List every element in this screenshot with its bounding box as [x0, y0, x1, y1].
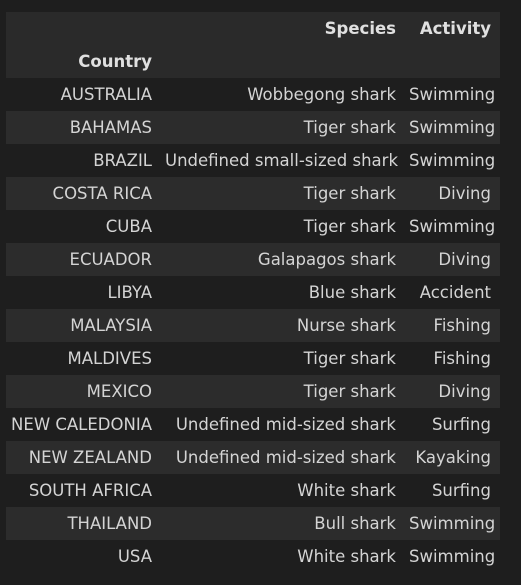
index-name-blank: [161, 45, 405, 78]
row-country-cell: MEXICO: [86, 382, 152, 401]
table-row: CUBA Tiger shark Swimming: [6, 210, 500, 243]
row-activity-cell: Surfing: [431, 481, 491, 500]
table-row: THAILAND Bull shark Swimming: [6, 507, 500, 540]
row-country-cell: LIBYA: [107, 283, 152, 302]
row-country-cell: MALAYSIA: [70, 316, 152, 335]
row-activity-cell: Swimming: [409, 85, 496, 104]
row-country-cell: AUSTRALIA: [60, 85, 152, 104]
table-row: SOUTH AFRICA White shark Surfing: [6, 474, 500, 507]
row-activity-cell: Swimming: [409, 514, 496, 533]
row-activity-cell: Diving: [438, 250, 491, 269]
row-country-cell: ECUADOR: [69, 250, 152, 269]
column-header-blank: [6, 12, 161, 45]
table-row: MALAYSIA Nurse shark Fishing: [6, 309, 500, 342]
row-species-cell: Blue shark: [308, 283, 396, 302]
row-species-cell: Tiger shark: [303, 118, 396, 137]
row-activity-cell: Surfing: [431, 415, 491, 434]
row-country-cell: USA: [117, 547, 152, 566]
row-country-cell: NEW CALEDONIA: [11, 415, 152, 434]
row-activity-cell: Swimming: [409, 217, 496, 236]
table-row: AUSTRALIA Wobbegong shark Swimming: [6, 78, 500, 111]
table-row: MEXICO Tiger shark Diving: [6, 375, 500, 408]
table-row: NEW ZEALAND Undefined mid-sized shark Kaya…: [6, 441, 500, 474]
index-name-row: Country: [6, 45, 500, 78]
row-country-cell: CUBA: [105, 217, 152, 236]
table-row: COSTA RICA Tiger shark Diving: [6, 177, 500, 210]
row-activity-cell: Fishing: [433, 316, 491, 335]
index-name-country: Country: [78, 52, 152, 71]
row-activity-cell: Kayaking: [415, 448, 491, 467]
row-activity-cell: Accident: [419, 283, 491, 302]
row-species-cell: Bull shark: [314, 514, 396, 533]
row-species-cell: Nurse shark: [296, 316, 396, 335]
row-country-cell: MALDIVES: [67, 349, 152, 368]
row-country-cell: BRAZIL: [93, 151, 152, 170]
row-country-cell: NEW ZEALAND: [28, 448, 152, 467]
table-row: BAHAMAS Tiger shark Swimming: [6, 111, 500, 144]
table-body: AUSTRALIA Wobbegong shark Swimming BAHAMAS T…: [6, 78, 500, 573]
table-row: BRAZIL Undefined small-sized shark Swimmin…: [6, 144, 500, 177]
row-species-cell: White shark: [297, 547, 396, 566]
row-activity-cell: Swimming: [409, 151, 496, 170]
row-activity-cell: Diving: [438, 382, 491, 401]
dataframe-output: Species Activity Country AUSTRALIA Wobbeg…: [6, 12, 500, 573]
column-header-species: Species: [324, 19, 396, 38]
row-species-cell: Tiger shark: [303, 217, 396, 236]
dataframe-table: Species Activity Country AUSTRALIA Wobbeg…: [6, 12, 500, 573]
column-header-activity: Activity: [419, 19, 491, 38]
table-row: NEW CALEDONIA Undefined mid-sized shark Su…: [6, 408, 500, 441]
row-country-cell: COSTA RICA: [52, 184, 152, 203]
row-country-cell: BAHAMAS: [69, 118, 152, 137]
row-species-cell: Galapagos shark: [257, 250, 396, 269]
row-activity-cell: Diving: [438, 184, 491, 203]
row-activity-cell: Swimming: [409, 547, 496, 566]
row-species-cell: Wobbegong shark: [247, 85, 396, 104]
row-species-cell: Undefined small-sized shark: [165, 151, 398, 170]
table-row: MALDIVES Tiger shark Fishing: [6, 342, 500, 375]
row-country-cell: THAILAND: [67, 514, 152, 533]
row-species-cell: Tiger shark: [303, 382, 396, 401]
row-activity-cell: Fishing: [433, 349, 491, 368]
row-species-cell: Tiger shark: [303, 184, 396, 203]
row-activity-cell: Swimming: [409, 118, 496, 137]
table-header: Species Activity Country: [6, 12, 500, 78]
table-row: ECUADOR Galapagos shark Diving: [6, 243, 500, 276]
row-species-cell: Undefined mid-sized shark: [175, 448, 396, 467]
row-species-cell: Tiger shark: [303, 349, 396, 368]
table-row: LIBYA Blue shark Accident: [6, 276, 500, 309]
row-species-cell: White shark: [297, 481, 396, 500]
row-country-cell: SOUTH AFRICA: [28, 481, 152, 500]
column-header-row: Species Activity: [6, 12, 500, 45]
table-row: USA White shark Swimming: [6, 540, 500, 573]
row-species-cell: Undefined mid-sized shark: [175, 415, 396, 434]
index-name-blank: [405, 45, 500, 78]
